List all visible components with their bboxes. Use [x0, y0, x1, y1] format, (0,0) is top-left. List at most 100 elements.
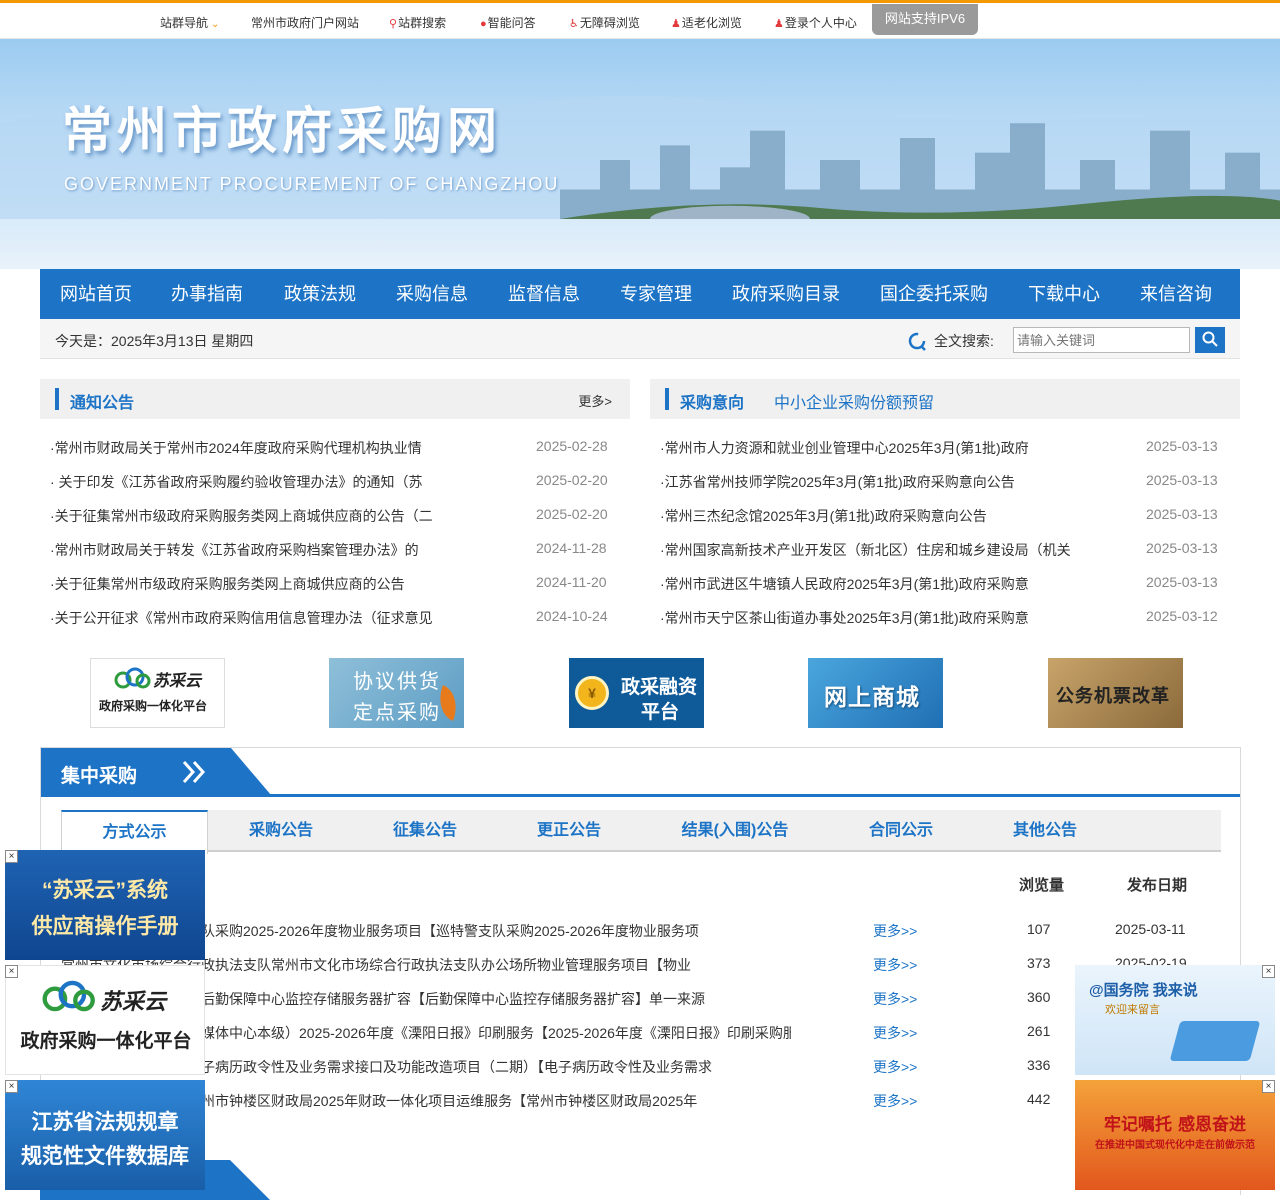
sme-reservation-tab[interactable]: 中小企业采购份额预留 [774, 389, 934, 413]
news-item[interactable]: ·常州市财政局关于常州市2024年度政府采购代理机构执业情 2025-02-28 [50, 438, 640, 472]
news-item[interactable]: ·常州市天宁区茶山街道办事处2025年3月(第1批)政府采购意 2025-03-1… [660, 608, 1250, 642]
tab-other-notice[interactable]: 其他公告 [993, 810, 1097, 852]
news-title: ·常州市人力资源和就业创业管理中心2025年3月(第1批)政府 [660, 440, 1029, 456]
current-date: 今天是：2025年3月13日 星期四 [55, 333, 254, 349]
tab-solicitation-notice[interactable]: 征集公告 [373, 810, 477, 852]
news-item[interactable]: ·常州市武进区牛塘镇人民政府2025年3月(第1批)政府采购意 2025-03-1… [660, 574, 1250, 608]
info-bar: 今天是：2025年3月13日 星期四 全文搜索: [40, 319, 1240, 359]
nav-policy[interactable]: 政策法规 [284, 269, 356, 319]
accessibility-link[interactable]: ♿无障碍浏览 [569, 14, 640, 31]
row-views: 261 [1027, 1023, 1051, 1039]
news-date: 2025-02-20 [536, 472, 608, 488]
news-date: 2025-03-13 [1146, 574, 1218, 590]
close-icon[interactable]: × [1262, 1080, 1275, 1093]
news-title: ·常州国家高新技术产业开发区（新北区）住房和城乡建设局（机关 [660, 542, 1071, 558]
notices-more-link[interactable]: 更多> [578, 391, 612, 410]
sucaiyun-platform-link[interactable]: 苏采云 政府采购一体化平台 [90, 658, 225, 728]
row-more-link[interactable]: 更多>> [873, 1057, 917, 1077]
nav-supervision[interactable]: 监督信息 [508, 269, 580, 319]
news-title: ·关于公开征求《常州市政府采购信用信息管理办法（征求意见 [50, 610, 433, 626]
column-views-header: 浏览量 [1019, 877, 1065, 894]
table-row: 常州市文化市场综合行政执法支队常州市文化市场综合行政执法支队办公场所物业管理服务… [41, 955, 1240, 989]
smart-qa-label: 智能问答 [487, 16, 536, 30]
site-search-link[interactable]: ⚲站群搜索 [389, 14, 446, 31]
sucaiyun-ad[interactable]: 苏采云 政府采购一体化平台 [5, 965, 205, 1075]
tab-result-notice[interactable]: 结果(入围)公告 [661, 810, 809, 852]
news-date: 2025-03-13 [1146, 472, 1218, 488]
tab-procurement-notice[interactable]: 采购公告 [229, 810, 333, 852]
news-item[interactable]: ·常州市财政局关于转发《江苏省政府采购档案管理办法》的 2024-11-28 [50, 540, 640, 574]
news-item[interactable]: · 关于印发《江苏省政府采购履约验收管理办法》的通知（苏 2025-02-20 [50, 472, 640, 506]
gov-portal-link[interactable]: 常州市政府门户网站 [251, 14, 359, 31]
supplier-manual-ad[interactable]: “苏采云”系统 供应商操作手册 [5, 850, 205, 960]
elderly-mode-link[interactable]: ♟适老化浏览 [671, 14, 742, 31]
site-group-nav-label: 站群导航 [160, 16, 209, 30]
news-date: 2024-11-20 [536, 574, 607, 590]
ad-line1: 江苏省法规规章 [31, 1109, 179, 1134]
close-icon[interactable]: × [5, 850, 18, 863]
table-row: 常州市第一人民医院电子病历政令性及业务需求接口及功能改造项目（二期）【电子病历政… [41, 1057, 1240, 1091]
nav-downloads[interactable]: 下载中心 [1028, 269, 1100, 319]
news-item[interactable]: ·关于公开征求《常州市政府采购信用信息管理办法（征求意见 2024-10-24 [50, 608, 640, 642]
smart-qa-link[interactable]: ●智能问答 [480, 14, 536, 31]
nav-procurement-info[interactable]: 采购信息 [396, 269, 468, 319]
site-title: 常州市政府采购网 [62, 101, 502, 160]
state-council-feedback-ad[interactable]: @国务院 我来说 欢迎来留言 [1075, 965, 1275, 1075]
search-icon: ⚲ [389, 18, 398, 30]
remember-entrustment-ad[interactable]: 牢记嘱托 感恩奋进 在推进中国式现代化中走在前做示范 [1075, 1080, 1275, 1190]
row-more-link[interactable]: 更多>> [873, 1091, 917, 1111]
news-title: ·关于征集常州市级政府采购服务类网上商城供应商的公告（二 [50, 508, 433, 524]
flight-ticket-reform-link[interactable]: 公务机票改革 [1048, 658, 1183, 728]
nav-home[interactable]: 网站首页 [60, 269, 132, 319]
ad-line2: 供应商操作手册 [31, 915, 179, 938]
tab-correction-notice[interactable]: 更正公告 [517, 810, 621, 852]
news-date: 2025-03-13 [1146, 540, 1218, 556]
row-more-link[interactable]: 更多>> [873, 1023, 917, 1043]
row-more-link[interactable]: 更多>> [873, 955, 917, 975]
news-title: ·江苏省常州技师学院2025年3月(第1批)政府采购意向公告 [660, 474, 1015, 490]
notices-header: 通知公告 更多> [40, 379, 630, 419]
logo-line2: 平台 [641, 702, 680, 723]
row-views: 107 [1027, 921, 1051, 937]
news-date: 2025-02-20 [536, 506, 608, 522]
news-item[interactable]: ·常州三杰纪念馆2025年3月(第1批)政府采购意向公告 2025-03-13 [660, 506, 1250, 540]
nav-contact[interactable]: 来信咨询 [1140, 269, 1212, 319]
jiangsu-regulations-ad[interactable]: 江苏省法规规章 规范性文件数据库 [5, 1080, 205, 1190]
tab-contract-disclosure[interactable]: 合同公示 [849, 810, 953, 852]
close-icon[interactable]: × [5, 1080, 18, 1093]
news-date: 2024-10-24 [536, 608, 608, 624]
nav-catalog[interactable]: 政府采购目录 [732, 269, 840, 319]
news-title: ·常州市武进区牛塘镇人民政府2025年3月(第1批)政府采购意 [660, 576, 1029, 592]
login-link[interactable]: ♟登录个人中心 [774, 14, 857, 31]
row-views: 360 [1027, 989, 1051, 1005]
close-icon[interactable]: × [1262, 965, 1275, 978]
news-item[interactable]: ·关于征集常州市级政府采购服务类网上商城供应商的公告（二 2025-02-20 [50, 506, 640, 540]
search-button[interactable] [1195, 327, 1225, 353]
row-more-link[interactable]: 更多>> [873, 989, 917, 1009]
header-accent [665, 388, 669, 410]
ipv6-badge[interactable]: 网站支持IPV6 [872, 4, 978, 35]
nav-guide[interactable]: 办事指南 [171, 269, 243, 319]
row-more-link[interactable]: 更多>> [873, 921, 917, 941]
news-date: 2025-03-13 [1146, 438, 1218, 454]
tab-method-disclosure[interactable]: 方式公示 [61, 810, 208, 854]
news-item[interactable]: ·常州市人力资源和就业创业管理中心2025年3月(第1批)政府 2025-03-1… [660, 438, 1250, 472]
agreement-supply-link[interactable]: 协议供货 定点采购 [329, 658, 464, 728]
news-item[interactable]: ·常州国家高新技术产业开发区（新北区）住房和城乡建设局（机关 2025-03-13 [660, 540, 1250, 574]
close-icon[interactable]: × [5, 965, 18, 978]
news-item[interactable]: ·江苏省常州技师学院2025年3月(第1批)政府采购意向公告 2025-03-13 [660, 472, 1250, 506]
ad-line1: @国务院 我来说 [1089, 982, 1198, 999]
news-date: 2024-11-28 [536, 540, 607, 556]
ad-line2: 欢迎来留言 [1105, 1004, 1160, 1016]
intentions-title[interactable]: 采购意向 [680, 389, 744, 413]
centralized-procurement-section: 集中采购 方式公示 采购公告 征集公告 更正公告 结果(入围)公告 合同公示 其… [40, 747, 1241, 1195]
news-item[interactable]: ·关于征集常州市级政府采购服务类网上商城供应商的公告 2024-11-20 [50, 574, 640, 608]
finance-platform-link[interactable]: ¥ 政采融资 平台 [569, 658, 704, 728]
nav-soe-procurement[interactable]: 国企委托采购 [880, 269, 988, 319]
online-mall-link[interactable]: 网上商城 [808, 658, 943, 728]
search-input[interactable] [1013, 327, 1190, 353]
ad-line2: 规范性文件数据库 [21, 1143, 189, 1168]
site-group-nav-link[interactable]: 站群导航 ⌄ [160, 14, 219, 31]
cloud-logo-icon [42, 980, 95, 1012]
nav-experts[interactable]: 专家管理 [620, 269, 692, 319]
